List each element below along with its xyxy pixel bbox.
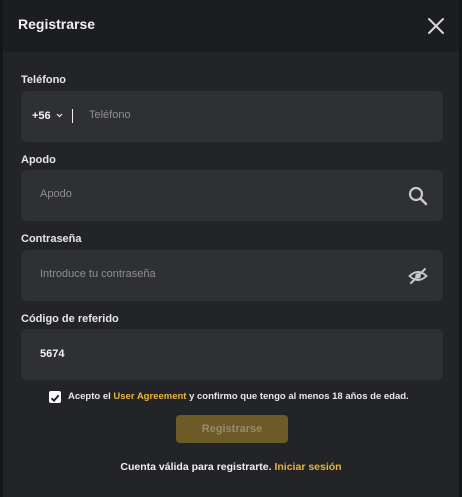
chevron-down-icon[interactable]: [56, 112, 63, 119]
nickname-input[interactable]: Apodo: [40, 188, 72, 200]
phone-divider: [72, 109, 73, 123]
agreement-row: Acepto el User Agreement y confirmo que …: [49, 391, 453, 405]
password-field[interactable]: Introduce tu contraseña: [21, 250, 443, 301]
dialog-header: Registrarse: [3, 0, 459, 52]
referral-label: Código de referido: [21, 313, 119, 325]
login-prompt-text: Cuenta válida para registrarte.: [120, 461, 275, 473]
agreement-text: Acepto el User Agreement y confirmo que …: [68, 391, 409, 402]
eye-off-icon[interactable]: [408, 266, 428, 286]
country-code-select[interactable]: +56: [32, 110, 51, 122]
user-agreement-link[interactable]: User Agreement: [113, 391, 186, 402]
referral-input[interactable]: 5674: [40, 348, 64, 360]
register-dialog: Registrarse Teléfono +56 Teléfono Apodo …: [3, 0, 459, 497]
phone-input[interactable]: Teléfono: [89, 109, 131, 121]
dialog-title: Registrarse: [18, 16, 96, 32]
password-label: Contraseña: [21, 233, 82, 245]
nickname-label: Apodo: [21, 154, 56, 166]
login-prompt: Cuenta válida para registrarte. Iniciar …: [3, 461, 459, 473]
login-link[interactable]: Iniciar sesión: [274, 461, 341, 473]
phone-field[interactable]: +56 Teléfono: [21, 91, 443, 142]
phone-label: Teléfono: [21, 74, 67, 86]
referral-field[interactable]: 5674: [21, 329, 443, 380]
close-icon[interactable]: [425, 15, 447, 37]
search-icon[interactable]: [408, 186, 428, 206]
password-input[interactable]: Introduce tu contraseña: [40, 268, 156, 280]
agreement-text-before: Acepto el: [68, 391, 114, 402]
agreement-checkbox[interactable]: [49, 391, 61, 403]
register-button[interactable]: Registrarse: [176, 415, 288, 443]
agreement-text-after: y confirmo que tengo al menos 18 años de…: [186, 391, 409, 402]
nickname-field[interactable]: Apodo: [21, 170, 443, 221]
checkmark-icon: [50, 394, 60, 403]
